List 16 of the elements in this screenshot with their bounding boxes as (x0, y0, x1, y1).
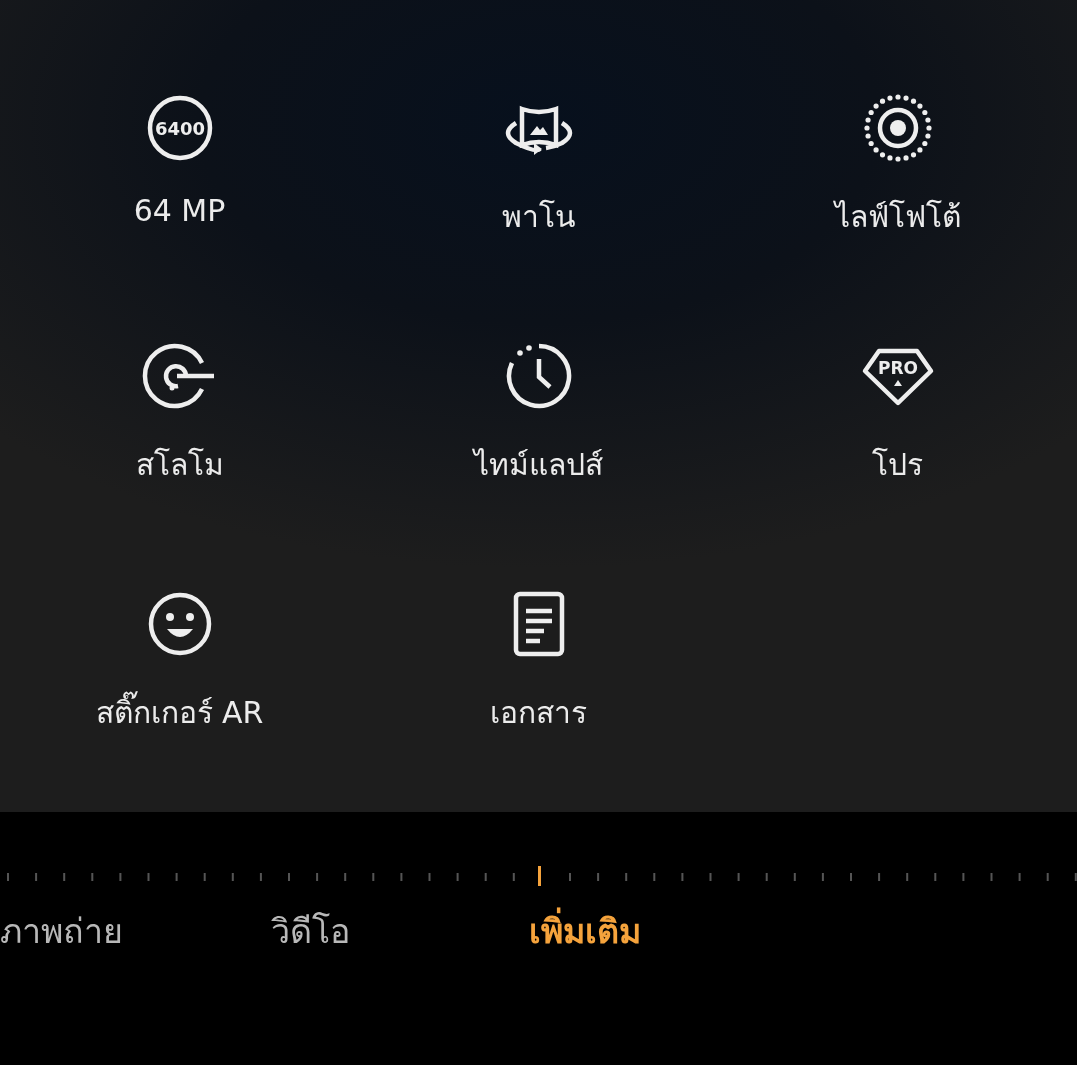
megapixel-icon (147, 95, 212, 161)
mode-label[interactable]: ไทม์แลปส์ (474, 441, 603, 488)
icon-label: 6400 (154, 118, 205, 139)
mode-label[interactable]: ไลฟ์โฟโต้ (834, 193, 961, 240)
mode-label[interactable]: สโลโม (135, 441, 224, 488)
mode-tab[interactable]: วิดีโอ (195, 904, 425, 958)
mode-label[interactable]: โปร (872, 441, 923, 488)
mode-label[interactable]: เอกสาร (490, 689, 587, 736)
icon-label: PRO (877, 358, 918, 378)
mode-label[interactable]: สติ๊กเกอร์ AR (95, 689, 264, 736)
pro-badge-icon (862, 348, 933, 406)
mode-label[interactable]: พาโน (501, 193, 576, 240)
mode-tab[interactable]: ภาพถ่าย (0, 904, 150, 958)
mode-label[interactable]: 64 MP (133, 193, 226, 228)
live-photo-icon (862, 93, 933, 163)
mode-tab[interactable]: เพิ่มเติม (470, 904, 700, 958)
